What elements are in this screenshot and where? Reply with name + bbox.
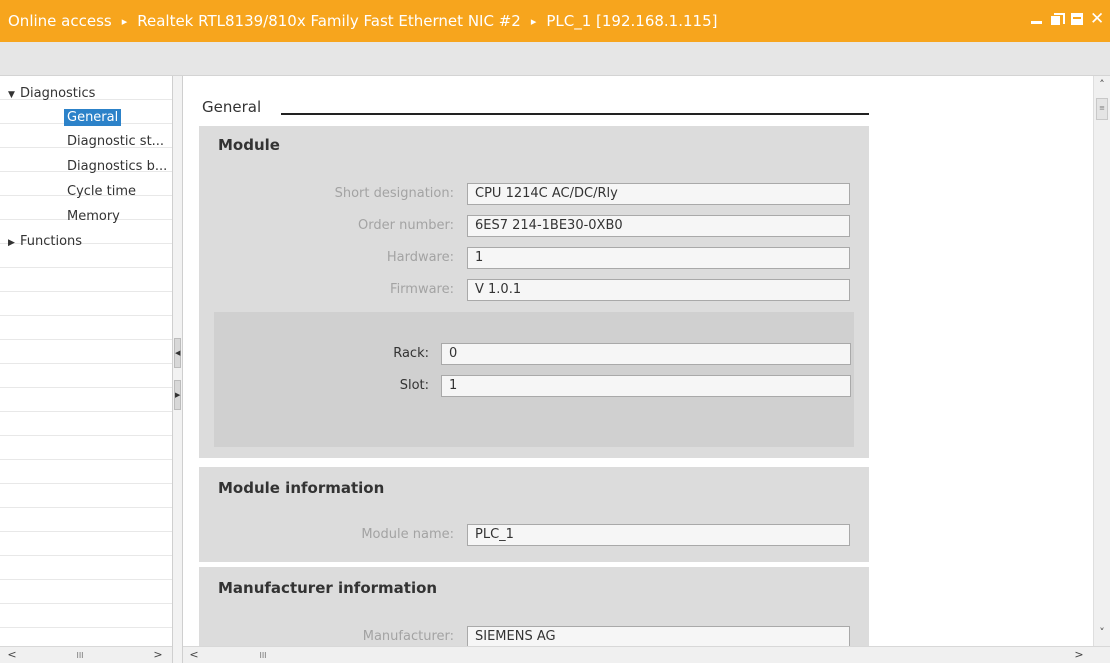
hardware-field: 1: [467, 247, 850, 269]
navigation-tree: ▼ Diagnostics General Diagnostic st... Di…: [0, 76, 172, 663]
scroll-up-icon[interactable]: ˄: [1094, 78, 1110, 93]
main-horizontal-scrollbar[interactable]: < III >: [183, 646, 1110, 663]
tree-item-label: Functions: [20, 234, 83, 249]
tree-item-cycle-time[interactable]: Cycle time: [67, 181, 136, 203]
tree-item-label: Diagnostics: [20, 86, 96, 101]
toolbar: [0, 42, 1110, 76]
panel-splitter[interactable]: ◀ ▶: [172, 76, 183, 663]
title-bar: Online access ▸ Realtek RTL8139/810x Fam…: [0, 0, 1110, 42]
main-vertical-scrollbar[interactable]: ˄ ≡ ˅: [1093, 76, 1110, 646]
scroll-left-icon[interactable]: <: [186, 648, 202, 663]
tree-item-diagnostics[interactable]: ▼ Diagnostics: [8, 83, 95, 105]
restore-icon[interactable]: [1050, 12, 1065, 26]
short-designation-label: Short designation:: [334, 186, 454, 201]
minimize-icon[interactable]: [1030, 12, 1044, 26]
tree-item-general[interactable]: General: [64, 107, 122, 129]
scroll-thumb[interactable]: III: [243, 649, 283, 662]
tree-item-memory[interactable]: Memory: [67, 206, 120, 228]
section-title-module-information: Module information: [218, 479, 385, 497]
tree-item-diagnostic-status[interactable]: Diagnostic st...: [67, 131, 164, 153]
collapse-left-icon[interactable]: ◀: [174, 338, 181, 368]
slot-field: 1: [441, 375, 851, 397]
rack-field: 0: [441, 343, 851, 365]
module-information-section: Module information Module name: PLC_1: [199, 467, 869, 562]
expand-right-icon[interactable]: ▶: [174, 380, 181, 410]
module-name-label: Module name:: [361, 527, 454, 542]
tree-item-label: Memory: [67, 209, 120, 224]
scroll-right-icon[interactable]: >: [1071, 648, 1087, 663]
section-title-module: Module: [218, 136, 280, 154]
expanded-arrow-icon[interactable]: ▼: [8, 84, 20, 106]
module-name-field: PLC_1: [467, 524, 850, 546]
maximize-icon[interactable]: [1070, 12, 1084, 26]
close-icon[interactable]: ✕: [1090, 11, 1104, 28]
scroll-thumb[interactable]: ≡: [1096, 98, 1108, 120]
tree-item-label: Diagnostics b...: [67, 159, 168, 174]
window-controls: ✕: [1030, 11, 1104, 28]
header-divider: [281, 113, 869, 115]
rack-slot-box: Rack: 0 Slot: 1: [214, 312, 854, 447]
main-content: General Module Short designation: CPU 12…: [183, 76, 1110, 646]
rack-label: Rack:: [393, 346, 429, 361]
section-title-manufacturer-information: Manufacturer information: [218, 579, 438, 597]
breadcrumb-separator-icon: ▸: [121, 14, 128, 28]
firmware-label: Firmware:: [390, 282, 454, 297]
tree-horizontal-scrollbar[interactable]: < III >: [0, 646, 172, 663]
order-number-field: 6ES7 214-1BE30-0XB0: [467, 215, 850, 237]
collapsed-arrow-icon[interactable]: ▶: [8, 232, 20, 254]
module-section: Module Short designation: CPU 1214C AC/D…: [199, 126, 869, 458]
order-number-label: Order number:: [358, 218, 454, 233]
scroll-thumb[interactable]: III: [60, 649, 100, 662]
tree-item-label: Diagnostic st...: [67, 134, 165, 149]
short-designation-field: CPU 1214C AC/DC/Rly: [467, 183, 850, 205]
tree-item-diagnostics-buffer[interactable]: Diagnostics b...: [67, 156, 167, 178]
hardware-label: Hardware:: [386, 250, 454, 265]
scroll-down-icon[interactable]: ˅: [1094, 626, 1110, 641]
breadcrumb-separator-icon: ▸: [530, 14, 537, 28]
tree-item-functions[interactable]: ▶ Functions: [8, 231, 82, 253]
breadcrumb-network-adapter[interactable]: Realtek RTL8139/810x Family Fast Etherne…: [137, 12, 521, 30]
slot-label: Slot:: [399, 378, 429, 393]
breadcrumb-plc[interactable]: PLC_1 [192.168.1.115]: [546, 12, 717, 30]
breadcrumb-online-access[interactable]: Online access: [8, 12, 112, 30]
page-title: General: [202, 98, 262, 116]
tree-item-label: General: [64, 109, 122, 126]
manufacturer-field: SIEMENS AG: [467, 626, 850, 646]
manufacturer-label: Manufacturer:: [362, 629, 454, 644]
scroll-left-icon[interactable]: <: [4, 648, 20, 663]
scroll-right-icon[interactable]: >: [150, 648, 166, 663]
firmware-field: V 1.0.1: [467, 279, 850, 301]
manufacturer-information-section: Manufacturer information Manufacturer: S…: [199, 567, 869, 646]
tree-item-label: Cycle time: [67, 184, 137, 199]
